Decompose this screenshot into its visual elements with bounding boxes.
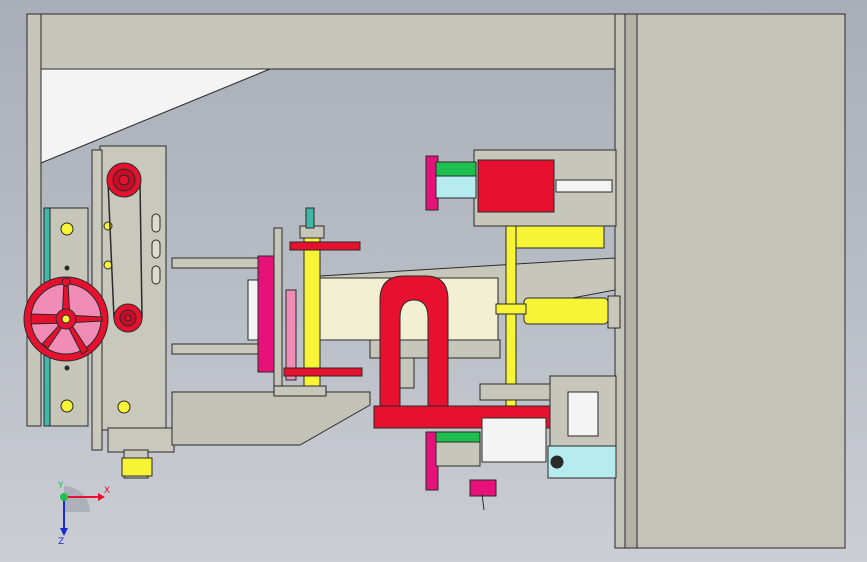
cad-viewport[interactable]: X Y Z <box>0 0 867 562</box>
handwheel-icon[interactable] <box>23 276 109 362</box>
pulley-icon <box>106 162 142 198</box>
triad-z-label: Z <box>58 537 64 547</box>
triad-y-label: Y <box>57 481 64 491</box>
triad-x-label: X <box>104 486 110 496</box>
pulley-icon <box>113 303 143 333</box>
